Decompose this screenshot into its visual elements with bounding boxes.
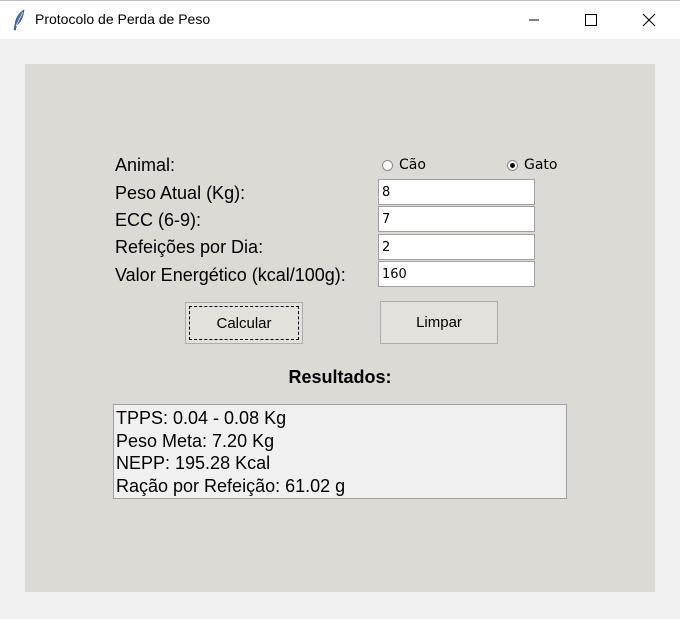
- refeicoes-input[interactable]: [378, 234, 535, 260]
- result-racao: Ração por Refeição: 61.02 g: [116, 475, 346, 496]
- refeicoes-label: Refeições por Dia:: [115, 237, 264, 257]
- radio-cao[interactable]: Cão: [382, 156, 426, 174]
- feather-icon: [12, 9, 26, 31]
- close-icon: [642, 13, 656, 27]
- calcular-button[interactable]: Calcular: [185, 302, 303, 344]
- radio-cao-indicator[interactable]: [382, 159, 393, 171]
- focus-ring: [189, 306, 299, 340]
- minimize-icon: [529, 19, 539, 21]
- limpar-button-label: Limpar: [416, 314, 462, 331]
- maximize-button[interactable]: [562, 1, 620, 39]
- minimize-button[interactable]: [505, 1, 563, 39]
- ecc-label: ECC (6-9):: [115, 210, 202, 230]
- close-button[interactable]: [620, 1, 678, 39]
- results-box[interactable]: TPPS: 0.04 - 0.08 Kg Peso Meta: 7.20 Kg …: [113, 404, 567, 499]
- limpar-button[interactable]: Limpar: [380, 301, 498, 344]
- radio-gato-label: Gato: [524, 157, 558, 173]
- maximize-icon: [585, 14, 597, 26]
- radio-gato-indicator[interactable]: [507, 159, 518, 171]
- radio-gato[interactable]: Gato: [507, 156, 557, 174]
- main-panel: Animal: Cão Gato Peso Atual (Kg): ECC (6…: [25, 64, 655, 592]
- energia-label: Valor Energético (kcal/100g):: [115, 265, 346, 285]
- peso-label: Peso Atual (Kg):: [115, 183, 246, 203]
- radio-cao-label: Cão: [399, 157, 426, 173]
- energia-input[interactable]: [378, 261, 535, 287]
- window-title: Protocolo de Perda de Peso: [35, 11, 211, 27]
- results-title: Resultados:: [288, 367, 392, 387]
- animal-label: Animal:: [115, 155, 176, 175]
- result-nepp: NEPP: 195.28 Kcal: [116, 453, 271, 473]
- result-peso-meta: Peso Meta: 7.20 Kg: [116, 430, 275, 451]
- result-tpps: TPPS: 0.04 - 0.08 Kg: [116, 408, 287, 428]
- peso-input[interactable]: [378, 179, 535, 205]
- ecc-input[interactable]: [378, 206, 535, 232]
- title-bar[interactable]: Protocolo de Perda de Peso: [0, 0, 680, 39]
